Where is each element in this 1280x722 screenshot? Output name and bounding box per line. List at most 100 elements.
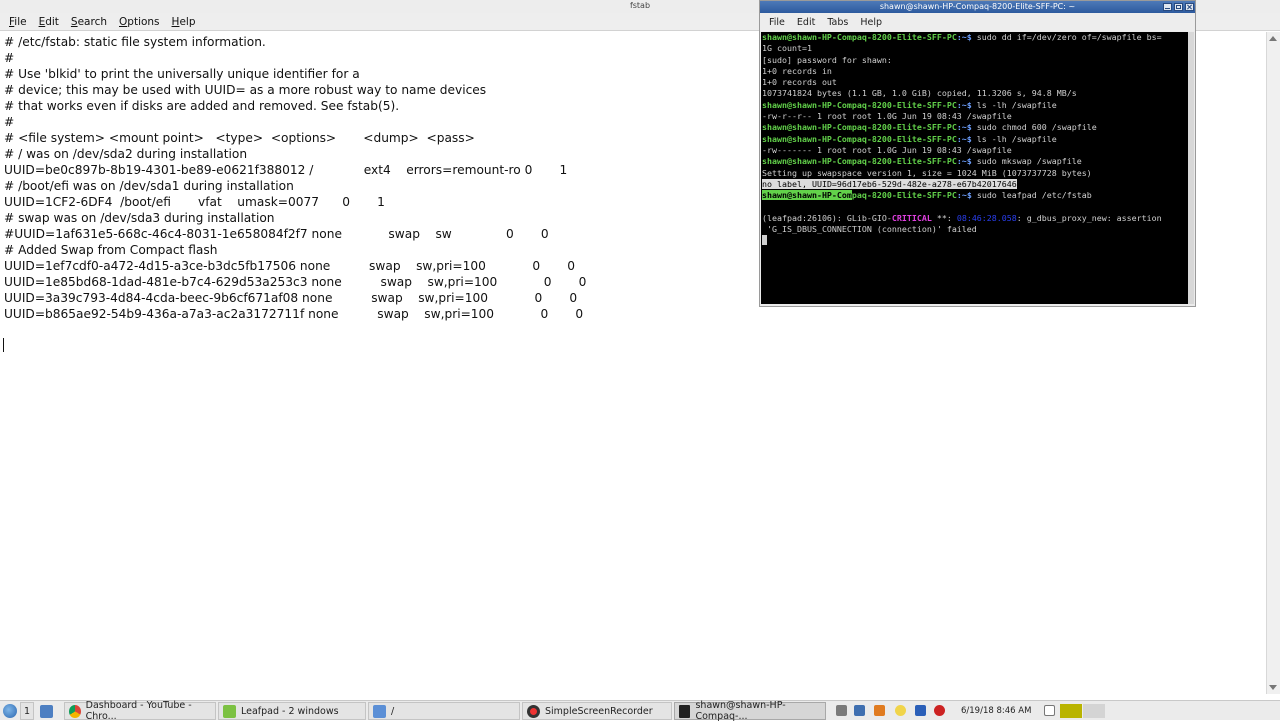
- prompt-path: :~$: [956, 32, 972, 42]
- selected-prompt: shawn@shawn-HP-Com: [762, 190, 852, 201]
- terminal-menu-edit[interactable]: Edit: [791, 17, 821, 28]
- prompt-user: paq-8200-Elite-SFF-PC: [851, 190, 957, 201]
- workspace-switcher[interactable]: 1: [20, 702, 34, 720]
- task-label: /: [391, 705, 395, 717]
- task-file-manager[interactable]: /: [368, 702, 520, 720]
- task-terminal[interactable]: shawn@shawn-HP-Compaq-...: [674, 700, 826, 722]
- terminal-menu-help[interactable]: Help: [854, 17, 888, 28]
- prompt-path: :~$: [956, 190, 972, 201]
- terminal-menu-file[interactable]: File: [763, 17, 791, 28]
- pager-workspace-1[interactable]: [1060, 704, 1082, 718]
- folder-icon: [40, 704, 53, 718]
- leafpad-icon: [223, 704, 236, 718]
- minimize-icon[interactable]: [1163, 3, 1172, 11]
- terminal-line: [sudo] password for shawn:: [762, 54, 892, 65]
- scroll-up-arrow-icon[interactable]: [1269, 36, 1277, 41]
- terminal-title: shawn@shawn-HP-Compaq-8200-Elite-SFF-PC:…: [879, 2, 1076, 11]
- task-leafpad[interactable]: Leafpad - 2 windows: [218, 702, 366, 720]
- pager-workspace-2[interactable]: [1083, 704, 1105, 718]
- terminal-line: (leafpad:26106): GLib-GIO-CRITICAL **: 0…: [762, 213, 1188, 224]
- error-message: : g_dbus_proxy_new: assertion: [1016, 212, 1162, 223]
- terminal-line: 1073741824 bytes (1.1 GB, 1.0 GiB) copie…: [762, 88, 1077, 99]
- bluetooth-icon[interactable]: [915, 705, 926, 716]
- menu-options-label: ptions: [127, 15, 160, 28]
- terminal-title-bar[interactable]: shawn@shawn-HP-Compaq-8200-Elite-SFF-PC:…: [760, 1, 1195, 13]
- terminal-line: shawn@shawn-HP-Compaq-8200-Elite-SFF-PC:…: [762, 100, 1188, 111]
- task-screen-recorder[interactable]: SimpleScreenRecorder: [522, 702, 672, 720]
- scroll-down-arrow-icon[interactable]: [1269, 685, 1277, 690]
- folder-icon: [373, 704, 386, 718]
- text-cursor: [3, 338, 4, 352]
- recording-indicator-icon[interactable]: [934, 705, 945, 716]
- prompt-user: shawn@shawn-HP-Compaq-8200-Elite-SFF-PC: [762, 99, 957, 110]
- editor-scrollbar[interactable]: [1266, 32, 1280, 694]
- file-manager-launcher[interactable]: [40, 702, 58, 720]
- menu-help-label: elp: [179, 15, 196, 28]
- task-label: Dashboard - YouTube - Chro...: [85, 700, 192, 722]
- record-icon: [527, 704, 540, 718]
- command-text: sudo dd if=/dev/zero of=/swapfile bs=: [971, 32, 1162, 42]
- terminal-line: shawn@shawn-HP-Compaq-8200-Elite-SFF-PC:…: [762, 156, 1188, 167]
- task-label: shawn@shawn-HP-Compaq-...: [695, 700, 786, 722]
- clipboard-icon[interactable]: [836, 705, 847, 716]
- terminal-cursor: [762, 235, 767, 246]
- task-chrome[interactable]: Dashboard - YouTube - Chro...: [64, 700, 216, 722]
- terminal-line: -rw-r--r-- 1 root root 1.0G Jun 19 08:43…: [762, 111, 1012, 122]
- task-label: SimpleScreenRecorder: [545, 705, 653, 717]
- leafpad-title: fstab: [629, 1, 651, 10]
- menu-file[interactable]: File: [3, 13, 33, 31]
- terminal-line: shawn@shawn-HP-Compaq-8200-Elite-SFF-PC:…: [762, 32, 1188, 43]
- menu-help[interactable]: Help: [166, 13, 202, 31]
- text-line: UUID=b865ae92-54b9-436a-a7a3-ac2a3172711…: [4, 307, 584, 321]
- command-text: ls -lh /swapfile: [971, 99, 1057, 110]
- clock[interactable]: 6/19/18 8:46 AM: [961, 702, 1031, 720]
- terminal-screen[interactable]: shawn@shawn-HP-Compaq-8200-Elite-SFF-PC:…: [761, 32, 1188, 304]
- prompt-path: :~$: [956, 122, 972, 133]
- update-icon[interactable]: [874, 705, 885, 716]
- terminal-icon: [679, 704, 691, 718]
- maximize-icon[interactable]: [1174, 3, 1183, 11]
- menu-options[interactable]: Options: [113, 13, 166, 31]
- terminal-line: shawn@shawn-HP-Compaq-8200-Elite-SFF-PC:…: [762, 134, 1188, 145]
- terminal-menubar: File Edit Tabs Help: [760, 13, 1195, 31]
- selected-uuid: UUID=96d17eb6-529d-482e-a278-e67b4201764…: [811, 178, 1017, 189]
- terminal-line: 1G count=1: [762, 43, 812, 54]
- command-text: ls -lh /swapfile: [971, 133, 1057, 144]
- terminal-line: shawn@shawn-HP-Compaq-8200-Elite-SFF-PC:…: [762, 122, 1188, 133]
- command-text: sudo chmod 600 /swapfile: [971, 122, 1097, 133]
- prompt-user: shawn@shawn-HP-Compaq-8200-Elite-SFF-PC: [762, 122, 957, 133]
- error-timestamp: 08:46:28.058: [956, 212, 1017, 223]
- show-desktop-icon[interactable]: [1044, 705, 1055, 716]
- terminal-line: no label, UUID=96d17eb6-529d-482e-a278-e…: [762, 178, 1188, 190]
- menu-edit[interactable]: Edit: [33, 13, 65, 31]
- prompt-user: shawn@shawn-HP-Compaq-8200-Elite-SFF-PC: [762, 156, 957, 167]
- terminal-line: 'G_IS_DBUS_CONNECTION (connection)' fail…: [762, 224, 977, 235]
- start-menu-icon: [3, 704, 17, 718]
- terminal-line: -rw------- 1 root root 1.0G Jun 19 08:43…: [762, 144, 1012, 155]
- menu-search[interactable]: Search: [65, 13, 113, 31]
- terminal-line: shawn@shawn-HP-Compaq-8200-Elite-SFF-PC:…: [762, 190, 1188, 201]
- terminal-line: Setting up swapspace version 1, size = 1…: [762, 167, 1092, 178]
- command-text: sudo leafpad /etc/fstab: [971, 190, 1092, 201]
- prompt-path: :~$: [956, 133, 972, 144]
- terminal-line: 1+0 records in: [762, 65, 832, 76]
- prompt-path: :~$: [956, 156, 972, 167]
- terminal-line: 1+0 records out: [762, 77, 837, 88]
- task-label: Leafpad - 2 windows: [241, 705, 339, 717]
- menu-search-mnemonic: S: [70, 15, 78, 28]
- close-icon[interactable]: [1185, 3, 1194, 11]
- prompt-user: shawn@shawn-HP-Compaq-8200-Elite-SFF-PC: [762, 32, 957, 42]
- error-mid: **:: [931, 212, 957, 223]
- workspace-number: 1: [23, 705, 31, 717]
- clock-text: 6/19/18 8:46 AM: [961, 706, 1032, 716]
- menu-search-label: earch: [77, 15, 108, 28]
- chrome-icon: [69, 704, 81, 718]
- terminal-scrollbar[interactable]: [1188, 32, 1194, 304]
- lightbulb-icon[interactable]: [895, 705, 906, 716]
- terminal-window: shawn@shawn-HP-Compaq-8200-Elite-SFF-PC:…: [759, 0, 1196, 307]
- monitor-icon[interactable]: [854, 705, 865, 716]
- prompt-path: :~$: [956, 99, 972, 110]
- terminal-menu-tabs[interactable]: Tabs: [821, 17, 854, 28]
- error-prefix: (leafpad:26106): GLib-GIO-: [762, 212, 892, 223]
